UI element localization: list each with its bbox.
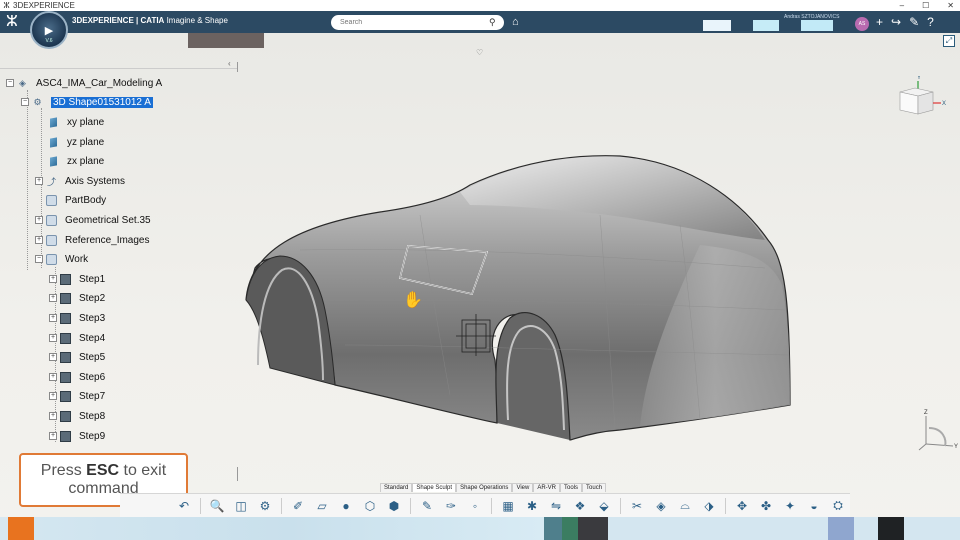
- compass-widget[interactable]: ▶ V.6: [30, 11, 68, 49]
- zoom-icon[interactable]: 🔍: [207, 497, 227, 515]
- manipulator-widget: [456, 314, 496, 356]
- snap-icon[interactable]: ✦: [780, 497, 800, 515]
- mirror-icon[interactable]: ⇋: [546, 497, 566, 515]
- play-icon[interactable]: ▶: [45, 24, 53, 37]
- brush-icon[interactable]: ✑: [441, 497, 461, 515]
- esc-hint-line1: Press ESC to exit: [40, 462, 167, 479]
- grid-icon[interactable]: ▦: [498, 497, 518, 515]
- subdivide-icon[interactable]: ✱: [522, 497, 542, 515]
- tab-ar-vr[interactable]: AR-VR: [533, 483, 561, 492]
- tab-view[interactable]: View: [512, 483, 534, 492]
- svg-text:Z: Z: [924, 410, 928, 416]
- extrude-icon[interactable]: ⬙: [594, 497, 614, 515]
- tab-touch[interactable]: Touch: [582, 483, 607, 492]
- axis-y-label: Y: [917, 76, 921, 81]
- taskbar-app-blue[interactable]: [828, 517, 854, 540]
- tab-standard[interactable]: Standard: [380, 483, 413, 492]
- plane-tool-icon[interactable]: ▱: [312, 497, 332, 515]
- action-bar: ↶ 🔍 ◫ ⚙ ✐ ▱ ● ⬡ ⬢ ✎ ✑ ◦ ▦ ✱ ⇋ ❖ ⬙ ✂ ◈ ⌓ …: [120, 493, 850, 517]
- blend-icon[interactable]: ◒: [804, 497, 824, 515]
- primitive-icon[interactable]: ⬡: [360, 497, 380, 515]
- action-bar-tabs: Standard Shape Sculpt Shape Operations V…: [380, 483, 607, 492]
- axis-triad: Z Y: [918, 410, 958, 451]
- curve-icon[interactable]: ✎: [417, 497, 437, 515]
- taskbar-app-orange[interactable]: [8, 517, 34, 540]
- axis-x-label: X: [942, 101, 946, 107]
- tab-shape-operations[interactable]: Shape Operations: [456, 483, 513, 492]
- bridge-icon[interactable]: ⌓: [675, 497, 695, 515]
- os-taskbar: [0, 517, 960, 540]
- view-cube[interactable]: Y X: [897, 76, 949, 116]
- taskbar-app-teal[interactable]: [544, 517, 562, 540]
- undo-icon[interactable]: ↶: [174, 497, 194, 515]
- settings-icon[interactable]: ⚙: [255, 497, 275, 515]
- compass-version: V.6: [45, 38, 53, 44]
- weld-icon[interactable]: ⬗: [699, 497, 719, 515]
- transform-icon[interactable]: ✥: [732, 497, 752, 515]
- wrap-icon[interactable]: ⛭: [828, 497, 848, 515]
- surface-icon[interactable]: ⬢: [384, 497, 404, 515]
- svg-text:Y: Y: [954, 444, 958, 450]
- taskbar-app-green[interactable]: [562, 517, 578, 540]
- tab-shape-sculpt[interactable]: Shape Sculpt: [412, 483, 457, 492]
- edit-icon[interactable]: ✐: [288, 497, 308, 515]
- attract-icon[interactable]: ✤: [756, 497, 776, 515]
- taskbar-app-dark[interactable]: [578, 517, 608, 540]
- view-mode-icon[interactable]: ◫: [231, 497, 251, 515]
- fill-icon[interactable]: ◈: [651, 497, 671, 515]
- tab-tools[interactable]: Tools: [560, 483, 583, 492]
- taskbar-app-black[interactable]: [878, 517, 904, 540]
- hand-cursor-icon: ✋: [403, 292, 423, 309]
- point-icon[interactable]: ◦: [465, 497, 485, 515]
- sphere-tool-icon[interactable]: ●: [336, 497, 356, 515]
- cut-icon[interactable]: ✂: [627, 497, 647, 515]
- sculpt-icon[interactable]: ❖: [570, 497, 590, 515]
